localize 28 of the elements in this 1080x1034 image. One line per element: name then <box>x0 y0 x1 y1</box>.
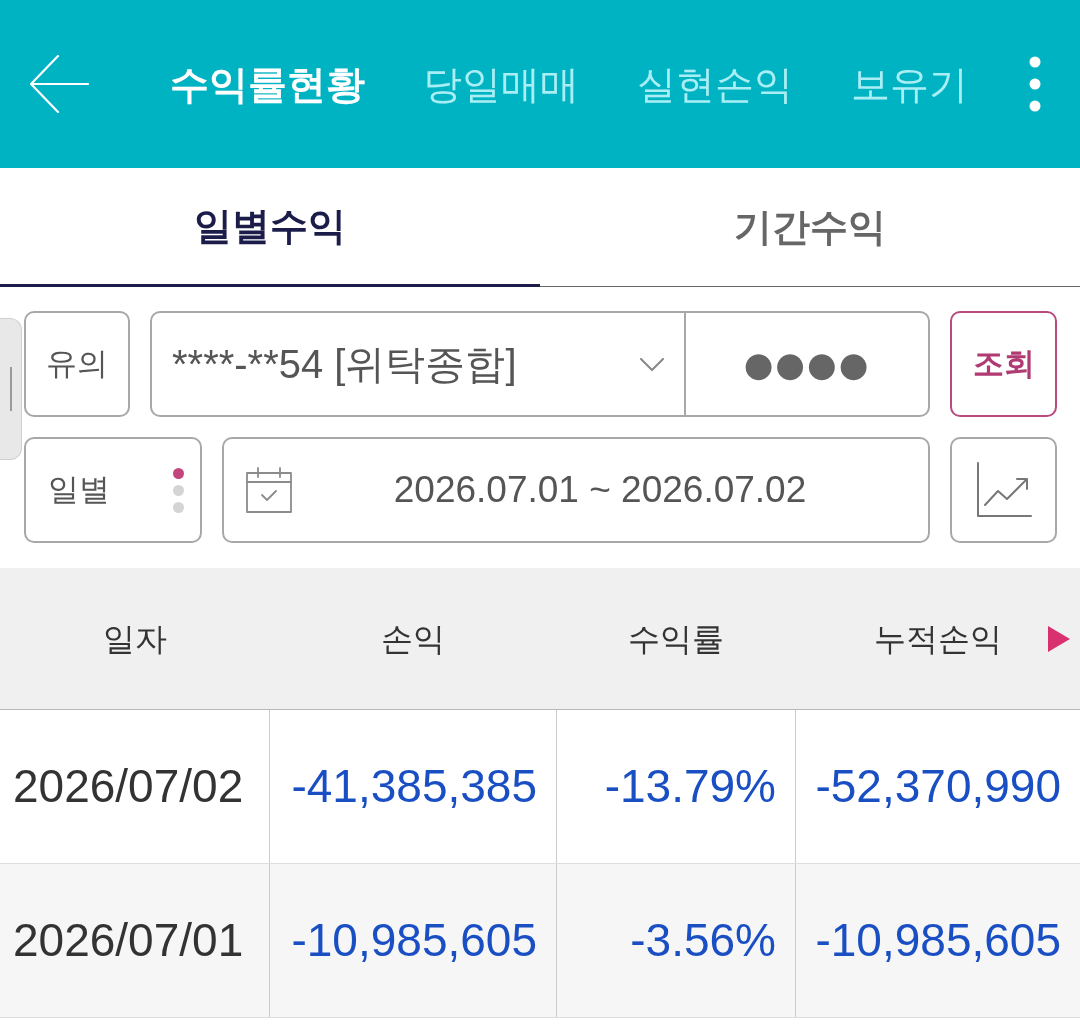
table-cell-text: 2026/07/02 <box>13 759 244 814</box>
column-header: 누적손익 <box>873 619 1002 659</box>
column-header: 수익률 <box>627 619 724 659</box>
chart-button[interactable] <box>950 437 1057 543</box>
back-button[interactable] <box>28 54 90 114</box>
period-select[interactable]: 일별 <box>24 437 202 543</box>
side-drawer-handle[interactable] <box>0 318 22 460</box>
table-cell-text: -13.79% <box>604 759 776 814</box>
line-chart-icon <box>975 462 1032 518</box>
table-row[interactable]: 2026/07/01 -10,985,605 -3.56% -10,985,605 <box>0 864 1080 1018</box>
sub-tab[interactable]: 기간수익 <box>540 168 1080 287</box>
scroll-right-icon[interactable] <box>1048 626 1070 652</box>
table-cell-text: -3.56% <box>630 913 776 968</box>
column-header: 손익 <box>380 619 445 659</box>
table-cell-text: -52,370,990 <box>815 759 1061 814</box>
calendar-icon <box>246 467 292 513</box>
table-row[interactable]: 2026/07/02 -41,385,385 -13.79% -52,370,990 <box>0 710 1080 864</box>
more-icon <box>1029 56 1041 112</box>
sub-tab[interactable]: 일별수익 <box>0 168 540 287</box>
table-cell-text: -10,985,605 <box>291 913 537 968</box>
date-range-field[interactable]: 2026.07.01 ~ 2026.07.02 <box>222 437 930 543</box>
table-cell-text: 2026/07/01 <box>13 913 244 968</box>
back-arrow-icon <box>29 55 89 113</box>
table-cell-text: -41,385,385 <box>291 759 537 814</box>
column-header: 일자 <box>102 619 167 659</box>
table-cell-text: -10,985,605 <box>815 913 1061 968</box>
search-button[interactable]: 조회 <box>950 311 1057 417</box>
notice-button[interactable]: 유의 <box>24 311 130 417</box>
